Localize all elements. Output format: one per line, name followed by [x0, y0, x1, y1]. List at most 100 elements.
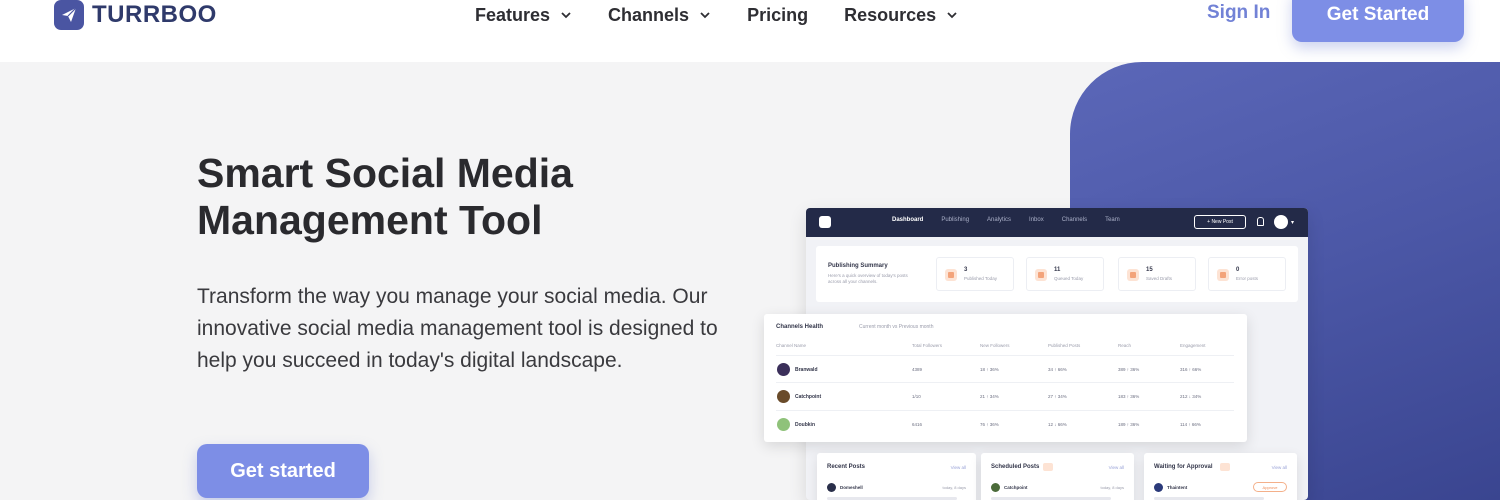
chevron-down-icon — [561, 12, 571, 19]
view-all-link: View all — [950, 465, 966, 470]
nav-channels[interactable]: Channels — [608, 5, 711, 26]
nav-features-label: Features — [475, 4, 551, 25]
post-author: Catchpoint — [1004, 485, 1028, 490]
nav-pricing[interactable]: Pricing — [747, 5, 808, 26]
brand-logo[interactable]: TURRBOO — [54, 0, 217, 30]
dashboard-tab: Channels — [1061, 217, 1088, 223]
get-started-button[interactable]: Get Started — [1292, 0, 1464, 42]
channel-name: Catchpoint — [795, 394, 822, 400]
avatar — [1154, 483, 1163, 492]
stat-value: 3 — [964, 267, 968, 273]
sign-in-link[interactable]: Sign In — [1207, 2, 1270, 24]
table-cell: 1/10 — [912, 394, 921, 399]
paper-plane-icon — [54, 0, 84, 30]
stat-published: 3 Published Today — [936, 257, 1014, 291]
channel-avatar — [777, 418, 790, 431]
nav-resources[interactable]: Resources — [844, 5, 958, 26]
stat-value: 0 — [1236, 267, 1240, 273]
stat-label: Error posts — [1236, 276, 1259, 281]
calendar-icon — [945, 269, 957, 281]
stat-drafts: 15 Saved Drafts — [1118, 257, 1196, 291]
hero-title-line1: Smart Social Media — [197, 150, 573, 196]
nav-resources-label: Resources — [844, 4, 937, 25]
table-cell: 76 ↑ 36% — [980, 422, 999, 427]
table-cell: 6416 — [912, 422, 923, 427]
dashboard-tabs: Dashboard Publishing Analytics Inbox Cha… — [892, 217, 1120, 223]
stat-label: Published Today — [964, 276, 997, 281]
table-cell: 21 ↑ 34% — [980, 394, 999, 399]
column-header: Total Followers — [912, 343, 943, 348]
column-header: Engagement — [1180, 343, 1206, 348]
bell-icon — [1257, 217, 1264, 226]
avatar — [991, 483, 1000, 492]
summary-title: Publishing Summary — [828, 263, 888, 269]
dashboard-new-post-button: + New Post — [1194, 215, 1246, 229]
table-cell: 4389 — [912, 367, 923, 372]
dashboard-tab: Team — [1105, 217, 1120, 223]
approve-button: Approve — [1253, 482, 1287, 492]
dashboard-tab: Dashboard — [892, 217, 924, 223]
dashboard-tab: Analytics — [987, 217, 1012, 223]
table-cell: 12 ↓ 66% — [1048, 422, 1067, 427]
chevron-down-icon — [947, 12, 957, 19]
card-title: Waiting for Approval — [1154, 464, 1213, 470]
main-nav: Features Channels Pricing Resources — [475, 0, 958, 30]
post-author: Thaintent — [1167, 485, 1188, 490]
dashboard-logo-icon — [819, 216, 831, 228]
table-row: Branwald 4389 18 ↑ 36% 34 ↑ 66% 389 ↑ 36… — [776, 355, 1234, 382]
column-header: Reach — [1118, 343, 1132, 348]
publishing-summary: Publishing Summary Here's a quick overvi… — [816, 246, 1298, 302]
nav-pricing-label: Pricing — [747, 4, 809, 25]
post-author: Domeshell — [840, 485, 863, 490]
channel-avatar — [777, 363, 790, 376]
avatar — [1274, 215, 1288, 229]
column-header: Published Posts — [1048, 343, 1081, 348]
channel-name: Branwald — [795, 367, 818, 373]
table-cell: 316 ↑ 66% — [1180, 367, 1202, 372]
dashboard-topbar: Dashboard Publishing Analytics Inbox Cha… — [806, 208, 1308, 237]
hero-get-started-button[interactable]: Get started — [197, 444, 369, 498]
table-cell: 189 ↑ 36% — [1118, 422, 1140, 427]
stat-label: Saved Drafts — [1146, 276, 1173, 281]
warning-icon — [1217, 269, 1229, 281]
count-badge — [1043, 463, 1053, 471]
card-title: Recent Posts — [827, 464, 866, 470]
stat-errors: 0 Error posts — [1208, 257, 1286, 291]
hero-title: Smart Social Media Management Tool — [197, 150, 717, 244]
column-header: Channel Name — [776, 343, 807, 348]
dashboard-tab: Inbox — [1029, 217, 1044, 223]
channel-avatar — [777, 390, 790, 403]
channel-name: Doubkin — [795, 422, 815, 428]
column-header: New Followers — [980, 343, 1010, 348]
table-cell: 34 ↑ 66% — [1048, 367, 1067, 372]
chevron-down-icon: ▾ — [1291, 220, 1295, 226]
post-time: today, 8 days — [1100, 485, 1125, 490]
table-cell: 114 ↑ 66% — [1180, 422, 1201, 427]
chevron-down-icon — [700, 12, 710, 19]
view-all-link: View all — [1108, 465, 1124, 470]
count-badge — [1220, 463, 1230, 471]
card-title: Scheduled Posts — [991, 464, 1040, 470]
stat-label: Queued Today — [1054, 276, 1084, 281]
avatar — [827, 483, 836, 492]
channels-health-card: Channels Health Current month vs Previou… — [764, 314, 1247, 442]
channels-health-note: Current month vs Previous month — [859, 324, 934, 330]
table-cell: 27 ↑ 34% — [1048, 394, 1067, 399]
channels-health-title: Channels Health — [776, 324, 824, 330]
stat-value: 11 — [1054, 267, 1061, 273]
table-cell: 389 ↑ 36% — [1118, 367, 1140, 372]
recent-posts-card: Recent Posts View all Domeshell today, 8… — [817, 453, 976, 500]
table-cell: 212 ↓ 34% — [1180, 394, 1202, 399]
summary-subtitle: Here's a quick overview of today's posts… — [828, 273, 908, 284]
nav-features[interactable]: Features — [475, 5, 572, 26]
post-time: today, 8 days — [942, 485, 967, 490]
waiting-approval-card: Waiting for Approval View all Thaintent … — [1144, 453, 1297, 500]
hero-title-line2: Management Tool — [197, 197, 543, 243]
dashboard-tab: Publishing — [941, 217, 970, 223]
queue-icon — [1035, 269, 1047, 281]
hero-description: Transform the way you manage your social… — [197, 285, 718, 372]
table-row: Catchpoint 1/10 21 ↑ 34% 27 ↑ 34% 183 ↑ … — [776, 382, 1234, 409]
draft-icon — [1127, 269, 1139, 281]
nav-channels-label: Channels — [608, 4, 690, 25]
brand-name: TURRBOO — [92, 1, 217, 28]
